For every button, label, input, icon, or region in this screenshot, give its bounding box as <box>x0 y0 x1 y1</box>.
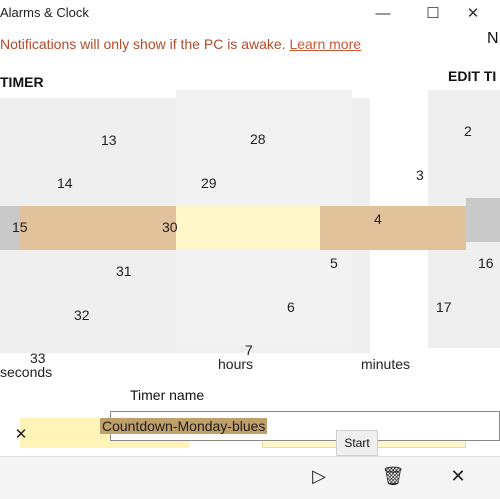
learn-more-link[interactable]: Learn more <box>289 36 361 52</box>
picker-far-right-item[interactable]: 17 <box>436 299 452 315</box>
picker-far-right-item[interactable]: 16 <box>478 255 494 271</box>
minutes-label: minutes <box>361 356 411 372</box>
picker-right-item[interactable]: 5 <box>330 255 338 271</box>
selection-band-yellow <box>176 206 320 250</box>
picker-mid-item[interactable]: 28 <box>250 131 266 147</box>
selection-band-right <box>466 198 500 242</box>
picker-mid-item[interactable]: 29 <box>201 175 217 191</box>
notice-text: Notifications will only show if the PC i… <box>0 36 286 52</box>
picker-left-item-selected[interactable]: 15 <box>12 219 28 235</box>
maximize-button[interactable]: ☐ <box>418 1 448 25</box>
timer-name-label: Timer name <box>130 387 205 403</box>
picker-left-item[interactable]: 13 <box>101 132 117 148</box>
right-window-initial: N <box>487 30 499 47</box>
play-icon[interactable]: ▷ <box>307 464 331 488</box>
picker-left-item[interactable]: 31 <box>116 263 132 279</box>
picker-right-item[interactable]: 6 <box>287 299 295 315</box>
notification-notice: Notifications will only show if the PC i… <box>0 36 361 52</box>
picker-right-item-selected[interactable]: 4 <box>374 211 382 227</box>
picker-left-item[interactable]: 14 <box>57 175 73 191</box>
title-bar: Alarms & Clock — ☐ ✕ <box>0 0 500 26</box>
picker-right-item[interactable]: 2 <box>464 123 472 139</box>
seconds-label: seconds <box>0 364 53 380</box>
picker-right-item[interactable]: 3 <box>416 167 424 183</box>
window-title: Alarms & Clock <box>0 5 89 20</box>
selection-band-peach-right <box>320 206 466 250</box>
hours-label: hours <box>218 356 254 372</box>
picker-mid-item-selected[interactable]: 30 <box>162 219 178 235</box>
picker-left-item[interactable]: 32 <box>74 307 90 323</box>
delete-icon[interactable]: 🗑 <box>381 464 405 488</box>
clear-icon[interactable]: ✕ <box>11 424 31 444</box>
close-button[interactable]: ✕ <box>458 1 488 25</box>
close-icon[interactable]: ✕ <box>446 464 470 488</box>
edit-timer-header: EDIT TI <box>448 68 497 84</box>
minimize-button[interactable]: — <box>368 1 398 25</box>
timer-header: TIMER <box>0 74 44 90</box>
timer-name-value[interactable]: Countdown-Monday-blues <box>100 418 268 434</box>
command-bar <box>0 456 500 499</box>
start-button[interactable]: Start <box>336 430 378 456</box>
